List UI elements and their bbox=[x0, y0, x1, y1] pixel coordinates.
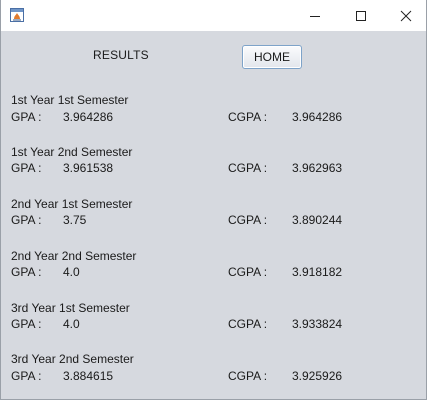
gpa-label: GPA : bbox=[11, 317, 42, 331]
gpa-value: 3.964286 bbox=[63, 110, 114, 124]
minimize-button[interactable] bbox=[292, 0, 337, 31]
semester-label: 1st Year 2nd Semester bbox=[11, 145, 133, 159]
cgpa-label: CGPA : bbox=[228, 265, 268, 279]
maximize-icon bbox=[355, 10, 366, 21]
cgpa-value: 3.933824 bbox=[292, 317, 343, 331]
cgpa-label: CGPA : bbox=[228, 110, 268, 124]
java-app-icon bbox=[10, 8, 24, 22]
gpa-label: GPA : bbox=[11, 265, 42, 279]
cgpa-value: 3.964286 bbox=[292, 110, 343, 124]
cgpa-label: CGPA : bbox=[228, 213, 268, 227]
semester-label: 3rd Year 1st Semester bbox=[11, 301, 130, 315]
home-button[interactable]: HOME bbox=[242, 45, 302, 69]
gpa-value: 4.0 bbox=[63, 317, 80, 331]
cgpa-label: CGPA : bbox=[228, 317, 268, 331]
close-icon bbox=[400, 10, 411, 21]
close-button[interactable] bbox=[383, 0, 427, 31]
gpa-label: GPA : bbox=[11, 213, 42, 227]
gpa-value: 3.75 bbox=[63, 213, 87, 227]
results-panel: RESULTS HOME 1st Year 1st Semester GPA :… bbox=[1, 31, 426, 400]
semester-label: 3rd Year 2nd Semester bbox=[11, 352, 134, 366]
cgpa-label: CGPA : bbox=[228, 369, 268, 383]
gpa-label: GPA : bbox=[11, 369, 42, 383]
gpa-label: GPA : bbox=[11, 110, 42, 124]
cgpa-value: 3.918182 bbox=[292, 265, 343, 279]
gpa-value: 4.0 bbox=[63, 265, 80, 279]
cgpa-value: 3.890244 bbox=[292, 213, 343, 227]
title-bar[interactable] bbox=[0, 0, 427, 31]
maximize-button[interactable] bbox=[338, 0, 383, 31]
cgpa-value: 3.962963 bbox=[292, 161, 343, 175]
semester-label: 2nd Year 2nd Semester bbox=[11, 249, 137, 263]
cgpa-label: CGPA : bbox=[228, 161, 268, 175]
results-heading: RESULTS bbox=[93, 48, 149, 62]
gpa-label: GPA : bbox=[11, 161, 42, 175]
gpa-value: 3.884615 bbox=[63, 369, 114, 383]
gpa-value: 3.961538 bbox=[63, 161, 114, 175]
minimize-icon bbox=[309, 15, 320, 17]
semester-label: 2nd Year 1st Semester bbox=[11, 197, 133, 211]
cgpa-value: 3.925926 bbox=[292, 369, 343, 383]
semester-label: 1st Year 1st Semester bbox=[11, 93, 129, 107]
